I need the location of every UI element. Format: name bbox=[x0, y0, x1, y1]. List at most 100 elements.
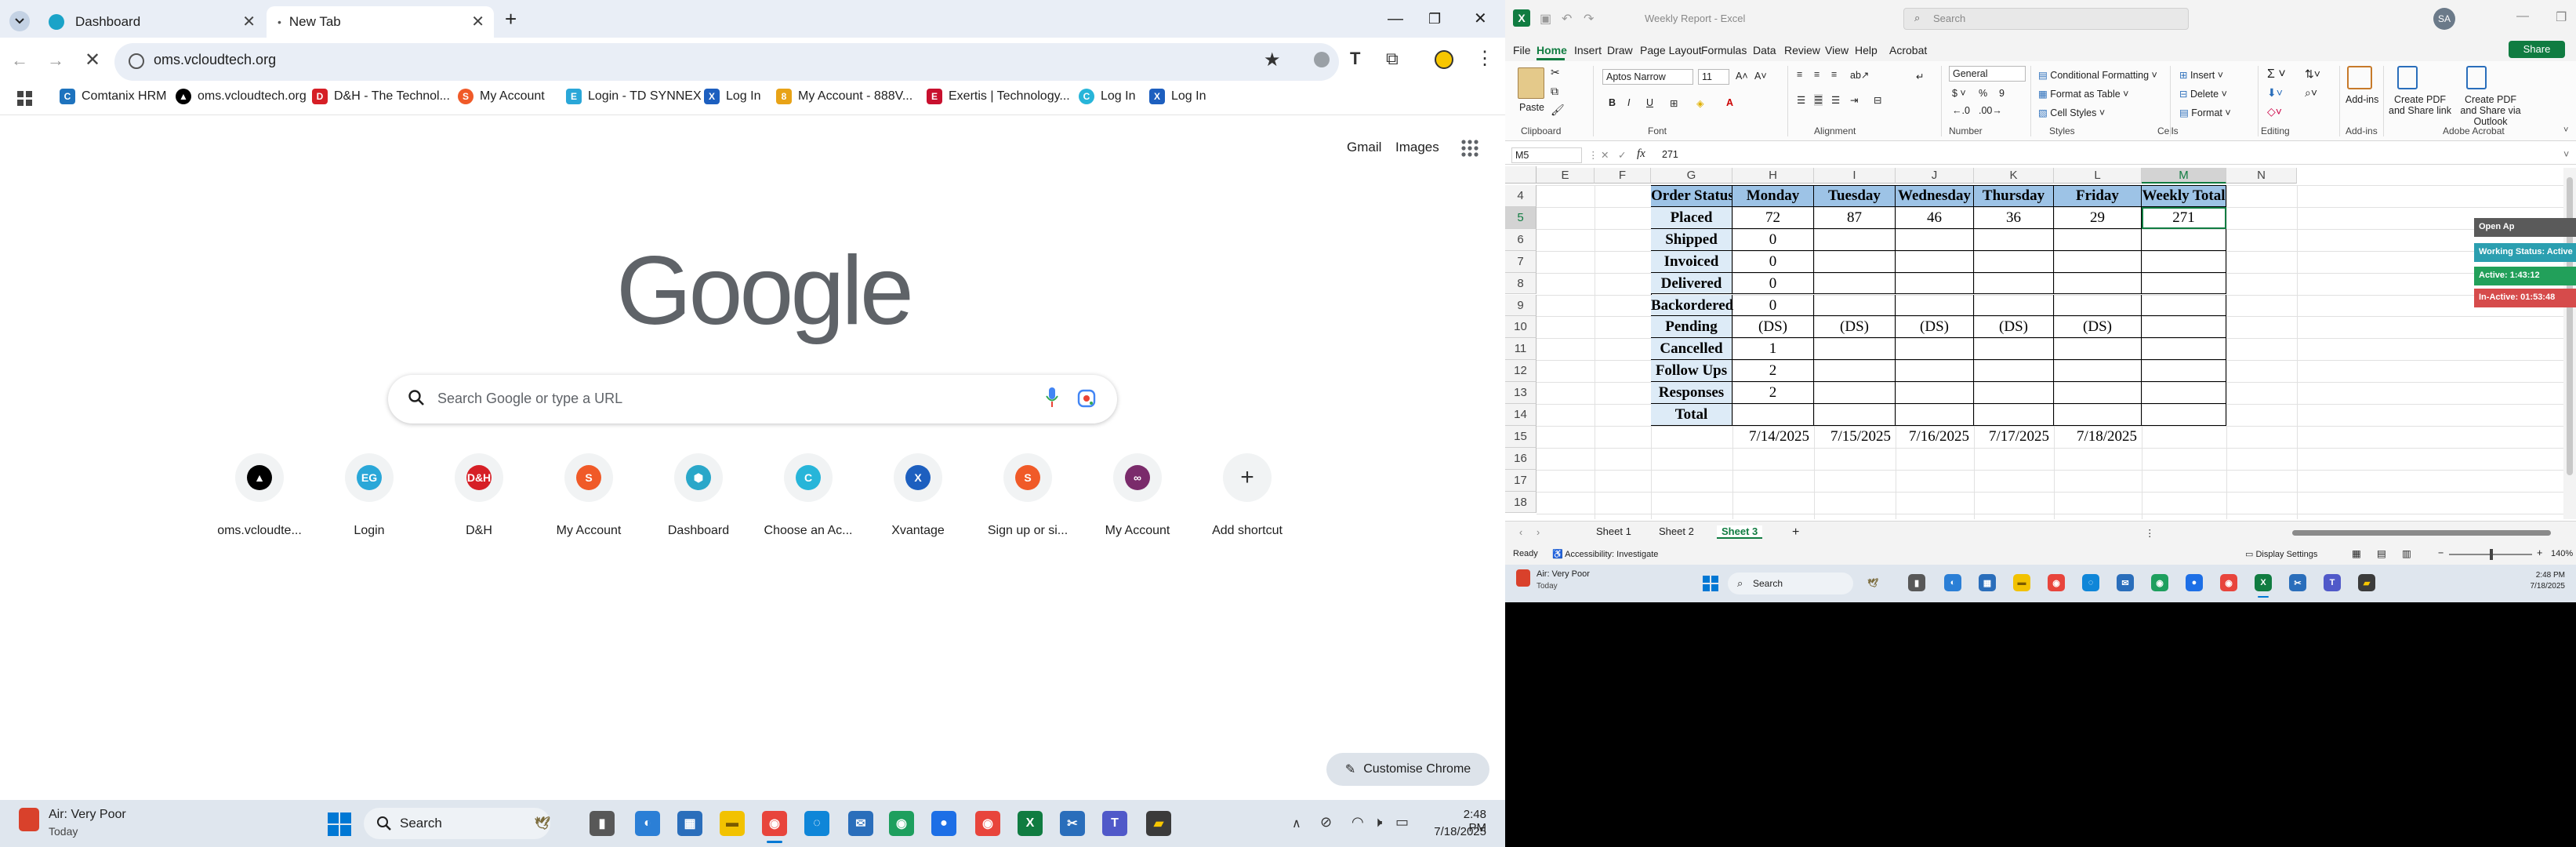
shortcut-item[interactable]: EG Login bbox=[322, 453, 416, 538]
tab-dashboard[interactable]: Dashboard ✕ bbox=[38, 6, 265, 38]
minimize-icon[interactable]: — bbox=[2516, 9, 2529, 24]
indent-icon[interactable]: ⇥ bbox=[1850, 94, 1858, 106]
sheet-options-icon[interactable]: ⋮ bbox=[2145, 527, 2155, 539]
chrome-icon[interactable]: ◉ bbox=[2220, 574, 2237, 591]
create-pdf-outlook-button[interactable]: Create PDF and Share via Outlook bbox=[2455, 94, 2526, 127]
chrome-icon[interactable]: ◉ bbox=[975, 811, 1000, 836]
next-sheet-icon[interactable]: › bbox=[1537, 527, 1540, 538]
row-header-13[interactable]: 13 bbox=[1505, 382, 1537, 404]
sticky-notes-icon[interactable]: ▰ bbox=[1146, 811, 1171, 836]
table-cell[interactable] bbox=[2054, 338, 2142, 361]
row-label-cell[interactable]: Total bbox=[1651, 404, 1732, 426]
table-cell[interactable] bbox=[1732, 404, 1814, 426]
column-header-e[interactable]: E bbox=[1537, 168, 1595, 184]
bookmark-exertis[interactable]: E Exertis | Technology... bbox=[927, 89, 1070, 104]
restore-icon[interactable]: ❐ bbox=[1428, 9, 1441, 28]
number-format-select[interactable]: General bbox=[1949, 66, 2026, 82]
bookmark-log-in-2[interactable]: C Log In bbox=[1079, 89, 1135, 104]
shortcut-item[interactable]: + Add shortcut bbox=[1200, 453, 1294, 538]
table-cell[interactable] bbox=[2142, 316, 2226, 339]
table-cell[interactable] bbox=[2142, 360, 2226, 383]
table-cell[interactable] bbox=[2142, 272, 2226, 295]
wifi-icon[interactable]: ◠ bbox=[1351, 814, 1364, 831]
table-header-cell[interactable]: Tuesday bbox=[1814, 186, 1896, 207]
sticky-notes-icon[interactable]: ▰ bbox=[2358, 574, 2375, 591]
table-cell[interactable] bbox=[1974, 404, 2054, 426]
date-cell[interactable]: 7/17/2025 bbox=[1974, 426, 2054, 448]
shortcut-item[interactable]: ∞ My Account bbox=[1090, 453, 1185, 538]
chrome-profile-icon[interactable]: ◉ bbox=[2151, 574, 2168, 591]
table-cell[interactable] bbox=[1974, 250, 2054, 273]
shortcut-item[interactable]: S My Account bbox=[542, 453, 636, 538]
edge-icon[interactable]: ◌ bbox=[804, 811, 829, 836]
table-cell[interactable]: 1 bbox=[1732, 338, 1814, 361]
addins-icon[interactable] bbox=[2347, 66, 2372, 89]
fill-color-icon[interactable]: ◈ bbox=[1696, 97, 1704, 109]
chrome-icon[interactable]: ◉ bbox=[2048, 574, 2065, 591]
snipping-tool-icon[interactable]: ✂ bbox=[1060, 811, 1085, 836]
table-cell[interactable]: (DS) bbox=[1974, 316, 2054, 339]
bookmark-dh[interactable]: D D&H - The Technol... bbox=[312, 89, 450, 104]
restore-icon[interactable]: ❐ bbox=[2556, 9, 2567, 25]
microphone-icon[interactable] bbox=[1046, 387, 1058, 408]
network-off-icon[interactable]: ⊘ bbox=[1320, 814, 1332, 831]
back-arrow-icon[interactable]: ← bbox=[11, 50, 28, 71]
menu-review[interactable]: Review bbox=[1784, 44, 1820, 56]
calculator-icon[interactable]: ▦ bbox=[1979, 574, 1996, 591]
bookmark-log-in-1[interactable]: X Log In bbox=[704, 89, 760, 104]
zoom-level[interactable]: 140% bbox=[2551, 549, 2573, 558]
search-input[interactable]: Search Google or type a URL bbox=[437, 391, 622, 407]
italic-icon[interactable]: I bbox=[1627, 97, 1630, 108]
table-cell[interactable] bbox=[2054, 382, 2142, 404]
format-cells-button[interactable]: ▤ Format ˅ bbox=[2179, 107, 2231, 118]
cut-icon[interactable]: ✂ bbox=[1551, 66, 1560, 79]
images-link[interactable]: Images bbox=[1395, 140, 1439, 155]
minimize-icon[interactable]: — bbox=[1388, 9, 1403, 28]
url-text[interactable]: oms.vcloudtech.org bbox=[154, 52, 276, 68]
window-close-icon[interactable]: ✕ bbox=[1474, 9, 1487, 28]
copy-icon[interactable]: ⧉ bbox=[1551, 85, 1558, 98]
display-settings-button[interactable]: ▭ Display Settings bbox=[2245, 549, 2317, 559]
menu-formulas[interactable]: Formulas bbox=[1701, 44, 1747, 56]
underline-icon[interactable]: U bbox=[1646, 97, 1653, 108]
table-cell[interactable] bbox=[1896, 338, 1974, 361]
sheet-tab-2[interactable]: Sheet 2 bbox=[1659, 525, 1694, 537]
air-quality-icon[interactable] bbox=[1516, 569, 1530, 587]
kebab-menu-icon[interactable]: ⋮ bbox=[1475, 47, 1494, 70]
save-icon[interactable]: ▣ bbox=[1540, 11, 1551, 27]
table-cell[interactable] bbox=[2142, 382, 2226, 404]
row-label-cell[interactable]: Cancelled bbox=[1651, 338, 1732, 361]
name-box[interactable]: M5 bbox=[1511, 147, 1582, 163]
collapse-ribbon-icon[interactable]: ˅ bbox=[2563, 125, 2568, 135]
outlook-app-icon[interactable]: ✉ bbox=[2117, 574, 2134, 591]
weather-title[interactable]: Air: Very Poor bbox=[49, 808, 126, 822]
align-center-icon[interactable]: ☰ bbox=[1814, 94, 1823, 106]
row-label-cell[interactable]: Invoiced bbox=[1651, 250, 1732, 273]
format-painter-icon[interactable]: 🖌 bbox=[1551, 104, 1565, 117]
edge-icon[interactable]: ◌ bbox=[2082, 574, 2099, 591]
zoom-icon[interactable]: ● bbox=[931, 811, 956, 836]
table-cell[interactable] bbox=[1974, 338, 2054, 361]
table-cell[interactable] bbox=[1896, 272, 1974, 295]
zoom-in-icon[interactable]: + bbox=[2537, 547, 2542, 558]
increase-font-icon[interactable]: A˄ bbox=[1736, 71, 1748, 82]
excel-search-input[interactable]: Search bbox=[1933, 13, 1965, 24]
table-header-cell[interactable]: Weekly Total bbox=[2142, 186, 2226, 207]
stop-loading-icon[interactable]: ✕ bbox=[85, 49, 100, 71]
prev-sheet-icon[interactable]: ‹ bbox=[1519, 527, 1522, 538]
normal-view-icon[interactable]: ▦ bbox=[2352, 547, 2361, 559]
row-header-11[interactable]: 11 bbox=[1505, 338, 1537, 361]
site-info-icon[interactable] bbox=[129, 53, 144, 69]
tab-new-tab[interactable]: • New Tab ✕ bbox=[267, 6, 494, 38]
table-cell[interactable]: (DS) bbox=[1814, 316, 1896, 339]
paste-button[interactable]: Paste bbox=[1519, 102, 1544, 113]
clear-icon[interactable]: ◇˅ bbox=[2267, 105, 2282, 118]
table-cell[interactable] bbox=[1896, 294, 1974, 317]
customise-chrome-button[interactable]: ✎ Customise Chrome bbox=[1326, 753, 1489, 786]
google-apps-icon[interactable] bbox=[1461, 140, 1478, 157]
percent-icon[interactable]: % bbox=[1979, 88, 1987, 99]
align-left-icon[interactable]: ☰ bbox=[1797, 94, 1805, 106]
table-cell[interactable] bbox=[1814, 404, 1896, 426]
row-label-cell[interactable]: Pending bbox=[1651, 316, 1732, 339]
table-cell[interactable]: 2 bbox=[1732, 360, 1814, 383]
